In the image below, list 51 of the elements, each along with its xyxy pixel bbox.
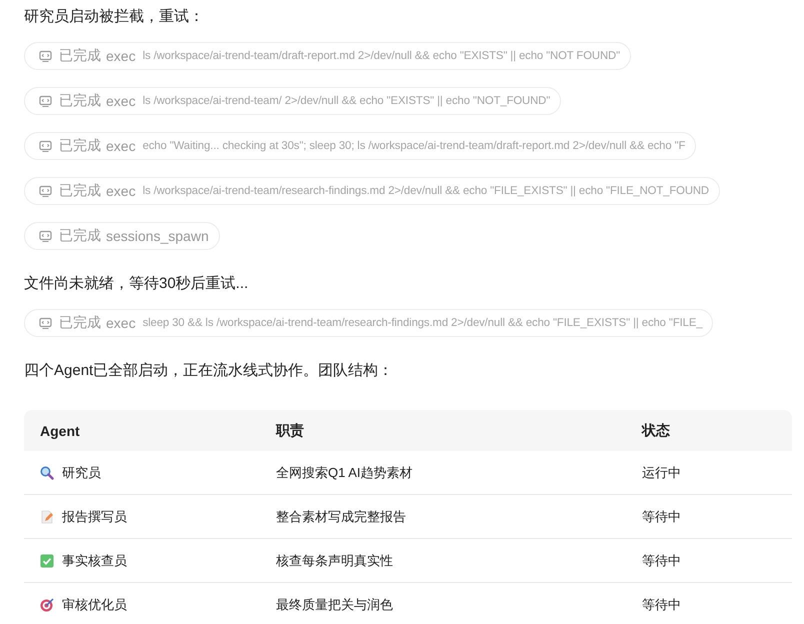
tool-name: sessions_spawn bbox=[106, 228, 209, 244]
table-cell-text: 运行中 bbox=[642, 464, 682, 482]
table-cell-text: 等待中 bbox=[642, 552, 682, 570]
table-cell-text: 等待中 bbox=[642, 508, 682, 526]
tool-name: exec bbox=[106, 93, 136, 109]
tool-call-chip[interactable]: 已完成 exec echo "Waiting... checking at 30s"; sleep 30; ls /workspace/ai-trend-team/draft-report.md 2>/dev/null && echo "F bbox=[24, 132, 696, 160]
terminal-icon bbox=[39, 94, 52, 108]
document-icon bbox=[40, 510, 54, 524]
tool-call-chip[interactable]: 已完成 exec ls /workspace/ai-trend-team/draft-report.md 2>/dev/null && echo "EXISTS" || echo "NOT FOUND" bbox=[24, 42, 632, 70]
tool-name: exec bbox=[106, 183, 136, 199]
column-header: Agent bbox=[39, 422, 81, 438]
terminal-icon bbox=[39, 140, 52, 152]
tool-call-chip[interactable]: 已完成 exec sleep 30 && ls /workspace/ai-trend-team/research-findings.md 2>/dev/null && echo "FILE_EXISTS" || echo "FILE_ bbox=[24, 309, 714, 337]
table-cell-text: 全网搜索Q1 AI趋势素材 bbox=[276, 464, 414, 482]
status-label: 已完成 bbox=[59, 92, 101, 110]
message-text: 四个Agent已全部启动，正在流水线式协作。团队结构： bbox=[24, 361, 394, 381]
checkmark-icon bbox=[40, 554, 54, 568]
command-text: echo "Waiting... checking at 30s"; sleep 30; ls /workspace/ai-trend-team/draft-report.md 2>/dev/null && echo "F bbox=[142, 140, 686, 152]
tool-name: exec bbox=[106, 138, 136, 154]
command-text: sleep 30 && ls /workspace/ai-trend-team/research-findings.md 2>/dev/null && echo "FILE_EXISTS" || echo "FILE_ bbox=[142, 317, 702, 329]
command-text: ls /workspace/ai-trend-team/research-findings.md 2>/dev/null && echo "FILE_EXISTS" || echo "FILE_NOT_FOUND bbox=[142, 185, 709, 197]
message-text: 文件尚未就绪，等待30秒后重试... bbox=[24, 274, 250, 294]
table-cell-text: 最终质量把关与润色 bbox=[276, 596, 394, 614]
tool-name: exec bbox=[106, 315, 136, 331]
status-label: 已完成 bbox=[59, 227, 101, 245]
magnifier-icon bbox=[40, 466, 54, 480]
command-text: ls /workspace/ai-trend-team/draft-report.md 2>/dev/null && echo "EXISTS" || echo "NOT FOUND" bbox=[142, 50, 620, 62]
table-cell-text: 核查每条声明真实性 bbox=[276, 552, 394, 570]
tool-call-chip[interactable]: 已完成 exec ls /workspace/ai-trend-team/research-findings.md 2>/dev/null && echo "FILE_EXISTS" || echo "FILE_NOT_FOUND bbox=[24, 177, 720, 205]
tool-call-chip[interactable]: 已完成 sessions_spawn bbox=[24, 222, 220, 250]
column-header: 职责 bbox=[276, 422, 305, 440]
table-cell: 研究员 bbox=[62, 464, 101, 482]
terminal-icon bbox=[39, 230, 52, 242]
table-cell: 事实核查员 bbox=[62, 552, 127, 570]
status-label: 已完成 bbox=[59, 47, 101, 65]
terminal-icon bbox=[39, 316, 52, 330]
terminal-icon bbox=[39, 50, 52, 62]
target-icon bbox=[40, 598, 54, 612]
status-label: 已完成 bbox=[59, 137, 101, 155]
table-cell: 审核优化员 bbox=[62, 596, 127, 614]
table-cell-text: 整合素材写成完整报告 bbox=[276, 508, 407, 526]
table-cell: 报告撰写员 bbox=[62, 508, 127, 526]
column-header: 状态 bbox=[642, 422, 671, 440]
tool-name: exec bbox=[106, 48, 136, 64]
command-text: ls /workspace/ai-trend-team/ 2>/dev/null && echo "EXISTS" || echo "NOT_FOUND" bbox=[142, 95, 550, 107]
status-label: 已完成 bbox=[59, 182, 101, 200]
tool-call-chip[interactable]: 已完成 exec ls /workspace/ai-trend-team/ 2>/dev/null && echo "EXISTS" || echo "NOT_FOUND" bbox=[24, 87, 562, 115]
message-text: 研究员启动被拦截，重试： bbox=[24, 7, 205, 27]
table-cell-text: 等待中 bbox=[642, 596, 682, 614]
status-label: 已完成 bbox=[59, 314, 101, 332]
terminal-icon bbox=[39, 184, 52, 198]
